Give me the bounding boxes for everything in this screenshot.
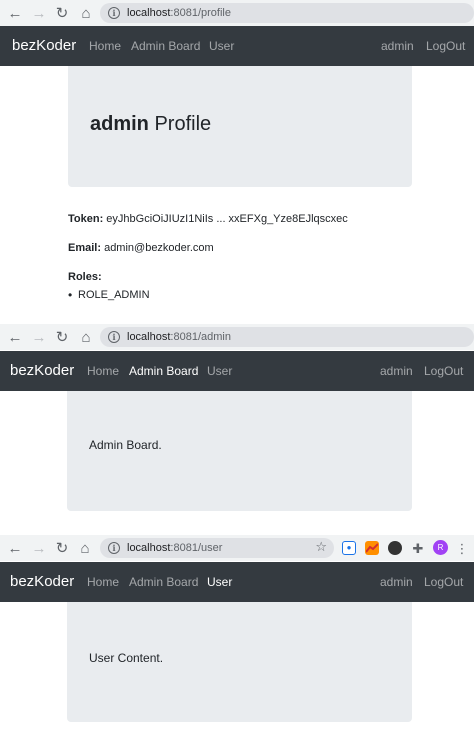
- nav-user[interactable]: User: [207, 364, 232, 378]
- nav-logout[interactable]: LogOut: [424, 364, 463, 378]
- more-vertical-icon[interactable]: ⋮: [455, 539, 469, 557]
- url-text: localhost:8081/admin: [127, 331, 231, 343]
- admin-jumbotron: Admin Board.: [67, 391, 412, 511]
- extension-profile-icon[interactable]: ●: [342, 541, 356, 555]
- brand-link[interactable]: bezKoder: [10, 573, 74, 590]
- profile-jumbotron: admin Profile: [68, 66, 412, 187]
- user-jumbotron: User Content.: [67, 602, 412, 722]
- forward-arrow-icon[interactable]: →: [30, 328, 48, 346]
- roles-label: Roles:: [68, 271, 102, 283]
- reload-icon[interactable]: ↻: [53, 328, 71, 346]
- info-icon[interactable]: i: [108, 331, 120, 343]
- admin-content: Admin Board.: [89, 438, 162, 452]
- back-arrow-icon[interactable]: ←: [6, 539, 24, 557]
- nav-admin-board[interactable]: Admin Board: [129, 575, 198, 589]
- home-icon[interactable]: ⌂: [77, 328, 95, 346]
- nav-home[interactable]: Home: [87, 575, 119, 589]
- browser-toolbar: ← → ↻ ⌂ i localhost:8081/profile: [0, 0, 474, 26]
- nav-username[interactable]: admin: [381, 39, 414, 53]
- url-text: localhost:8081/profile: [127, 7, 231, 19]
- back-arrow-icon[interactable]: ←: [6, 328, 24, 346]
- nav-admin-board[interactable]: Admin Board: [129, 364, 198, 378]
- role-item: ROLE_ADMIN: [68, 288, 149, 302]
- forward-arrow-icon[interactable]: →: [30, 539, 48, 557]
- nav-home[interactable]: Home: [89, 39, 121, 53]
- nav-username[interactable]: admin: [380, 575, 413, 589]
- nav-logout[interactable]: LogOut: [426, 39, 465, 53]
- profile-screenshot: ← → ↻ ⌂ i localhost:8081/profile bezKode…: [0, 0, 474, 322]
- nav-home[interactable]: Home: [87, 364, 119, 378]
- brand-link[interactable]: bezKoder: [10, 362, 74, 379]
- navbar: bezKoder Home Admin Board User admin Log…: [0, 26, 474, 66]
- nav-username[interactable]: admin: [380, 364, 413, 378]
- extension-chart-icon[interactable]: [365, 541, 379, 555]
- email-field: Email: admin@bezkoder.com: [68, 242, 214, 254]
- admin-screenshot: ← → ↻ ⌂ i localhost:8081/admin bezKoder …: [0, 324, 474, 524]
- reload-icon[interactable]: ↻: [53, 4, 71, 22]
- back-arrow-icon[interactable]: ←: [6, 4, 24, 22]
- address-bar[interactable]: i localhost:8081/profile: [100, 3, 474, 23]
- nav-admin-board[interactable]: Admin Board: [131, 39, 200, 53]
- address-bar[interactable]: i localhost:8081/user ☆: [100, 538, 334, 558]
- puzzle-extension-icon[interactable]: ✚: [409, 539, 427, 557]
- user-content: User Content.: [89, 651, 164, 665]
- browser-toolbar: ← → ↻ ⌂ i localhost:8081/admin: [0, 324, 474, 350]
- address-bar[interactable]: i localhost:8081/admin: [100, 327, 474, 347]
- navbar: bezKoder Home Admin Board User admin Log…: [0, 351, 474, 391]
- home-icon[interactable]: ⌂: [76, 539, 94, 557]
- home-icon[interactable]: ⌂: [77, 4, 95, 22]
- extension-k-icon[interactable]: [388, 541, 402, 555]
- url-text: localhost:8081/user: [127, 542, 223, 554]
- info-icon[interactable]: i: [108, 542, 120, 554]
- brand-link[interactable]: bezKoder: [12, 37, 76, 54]
- token-field: Token: eyJhbGciOiJIUzI1NiIs ... xxEFXg_Y…: [68, 213, 348, 225]
- info-icon[interactable]: i: [108, 7, 120, 19]
- nav-user[interactable]: User: [207, 575, 232, 589]
- avatar[interactable]: R: [433, 540, 448, 555]
- forward-arrow-icon[interactable]: →: [30, 4, 48, 22]
- nav-user[interactable]: User: [209, 39, 234, 53]
- user-screenshot: ← → ↻ ⌂ i localhost:8081/user ☆ ● ✚ R ⋮ …: [0, 535, 474, 746]
- star-icon[interactable]: ☆: [315, 540, 327, 553]
- nav-logout[interactable]: LogOut: [424, 575, 463, 589]
- browser-toolbar: ← → ↻ ⌂ i localhost:8081/user ☆ ● ✚ R ⋮: [0, 535, 474, 561]
- page-title: admin Profile: [90, 113, 212, 135]
- navbar: bezKoder Home Admin Board User admin Log…: [0, 562, 474, 602]
- reload-icon[interactable]: ↻: [53, 539, 71, 557]
